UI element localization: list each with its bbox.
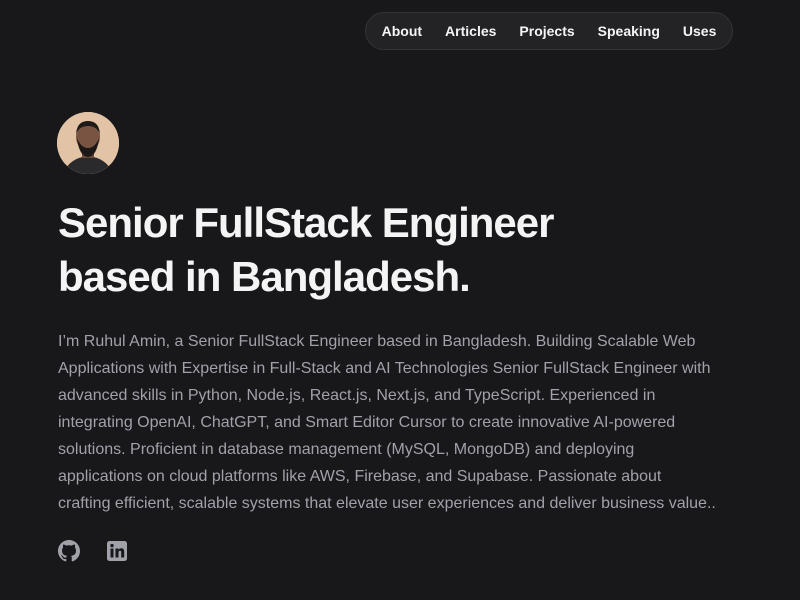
github-link[interactable] [58, 540, 80, 562]
social-links [58, 540, 128, 562]
headline-line-2: based in Bangladesh. [58, 253, 471, 300]
avatar[interactable] [57, 112, 119, 174]
nav-item-articles[interactable]: Articles [434, 12, 508, 50]
top-navigation: About Articles Projects Speaking Uses [365, 12, 733, 50]
page-title: Senior FullStack Engineer based in Bangl… [58, 196, 678, 304]
nav-item-uses[interactable]: Uses [671, 12, 727, 50]
linkedin-icon [107, 541, 127, 561]
headline-line-1: Senior FullStack Engineer [58, 199, 554, 246]
nav-item-about[interactable]: About [370, 12, 433, 50]
intro-paragraph: I’m Ruhul Amin, a Senior FullStack Engin… [58, 333, 716, 512]
github-icon [58, 540, 80, 562]
nav-item-speaking[interactable]: Speaking [586, 12, 671, 50]
nav-item-projects[interactable]: Projects [508, 12, 586, 50]
linkedin-link[interactable] [106, 540, 128, 562]
profile-photo [57, 112, 119, 174]
